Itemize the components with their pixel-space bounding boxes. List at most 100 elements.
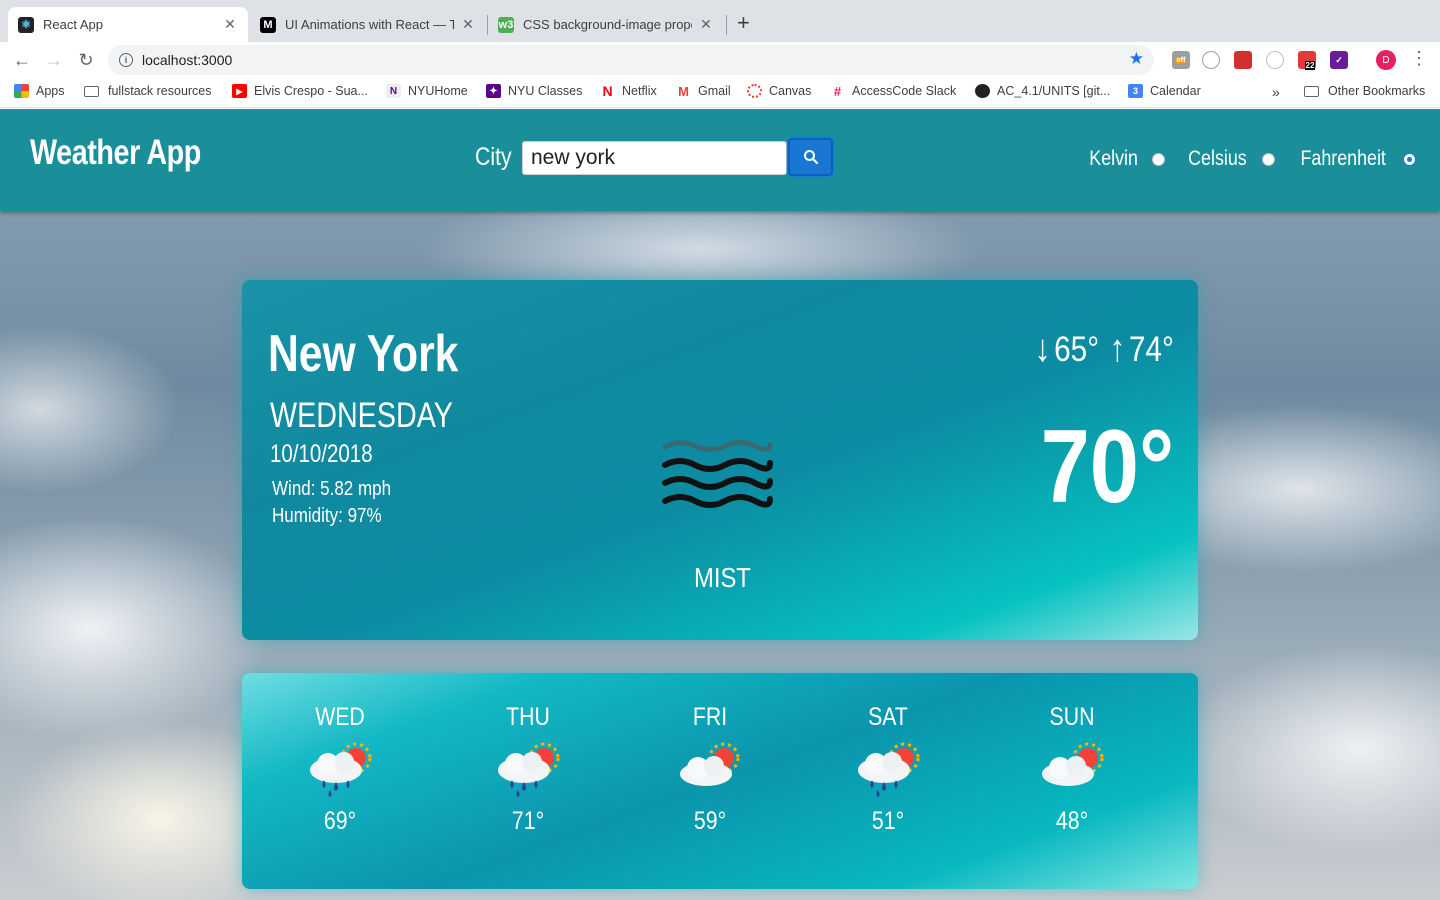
rain-sun-icon xyxy=(858,742,920,797)
close-icon[interactable]: ✕ xyxy=(698,16,714,33)
radio-fahrenheit[interactable] xyxy=(1403,152,1416,166)
w3schools-icon: w3 xyxy=(498,16,514,33)
forecast-day-name: THU xyxy=(506,703,550,731)
forecast-day-name: SAT xyxy=(868,703,908,731)
canvas-icon xyxy=(747,84,762,98)
bookmark-slack[interactable]: # AccessCode Slack xyxy=(830,83,956,99)
calendar-badge: 3 xyxy=(1132,86,1138,96)
forecast-day-name: WED xyxy=(315,703,365,731)
youtube-icon: ▶ xyxy=(232,84,247,98)
date: 10/10/2018 xyxy=(270,440,373,468)
forecast-day: FRI 59° xyxy=(640,703,780,836)
close-icon[interactable]: ✕ xyxy=(222,16,238,33)
bookmark-other[interactable]: Other Bookmarks xyxy=(1304,84,1425,98)
avatar[interactable]: D xyxy=(1376,50,1396,70)
tab-strip: ⚛ React App ✕ M UI Animations with React… xyxy=(0,0,1440,42)
radio-kelvin[interactable] xyxy=(1151,152,1165,166)
extension-circle-icon[interactable] xyxy=(1202,51,1220,69)
extension-off-icon[interactable]: off xyxy=(1172,51,1190,69)
rain-sun-icon xyxy=(498,742,560,797)
condition-text: MIST xyxy=(694,562,751,593)
page-viewport: Weather App City Kelvin Celsius Fahrenhe… xyxy=(0,109,1440,900)
forecast-temp: 69° xyxy=(323,807,357,835)
forecast-day: SAT 51° xyxy=(818,703,958,836)
gmail-icon: M xyxy=(678,83,689,99)
bookmark-nyuhome[interactable]: N NYUHome xyxy=(386,84,468,98)
reload-icon[interactable]: ↻ xyxy=(74,48,98,72)
bookmark-netflix[interactable]: N Netflix xyxy=(600,83,657,99)
city-input[interactable] xyxy=(522,141,787,175)
bookmark-gmail[interactable]: M Gmail xyxy=(676,83,731,99)
bookmark-label: NYU Classes xyxy=(508,84,583,98)
forecast-day: SUN 48° xyxy=(1002,703,1142,836)
app-title: Weather App xyxy=(30,133,201,172)
bookmark-star-icon[interactable]: ★ xyxy=(1129,49,1144,69)
unit-label-fahrenheit: Fahrenheit xyxy=(1300,147,1386,170)
bookmarks-overflow-button[interactable]: » xyxy=(1272,84,1280,100)
extension-check-icon[interactable]: ✓ xyxy=(1330,51,1348,69)
rain-sun-icon xyxy=(310,742,372,797)
badge-off: off xyxy=(1175,56,1187,64)
apps-grid-icon xyxy=(14,84,29,98)
search-button[interactable] xyxy=(788,138,833,176)
url-text: localhost:3000 xyxy=(142,52,233,68)
forecast-temp: 48° xyxy=(1055,807,1089,835)
tab-react-app[interactable]: ⚛ React App ✕ xyxy=(8,7,248,42)
bookmark-label: Gmail xyxy=(698,84,731,98)
current-weather-card: New York WEDNESDAY 10/10/2018 Wind: 5.82… xyxy=(242,280,1198,640)
folder-icon xyxy=(1304,85,1319,97)
tab-divider xyxy=(726,15,727,35)
bookmark-label: Elvis Crespo - Sua... xyxy=(254,84,368,98)
bookmark-label: Netflix xyxy=(622,84,657,98)
browser-toolbar: ← → ↻ i localhost:3000 ★ off 22 ✓ D ⋮ xyxy=(0,42,1440,78)
bookmark-fullstack[interactable]: fullstack resources xyxy=(84,84,212,98)
forecast-day: WED 69° xyxy=(270,703,410,836)
back-icon[interactable]: ← xyxy=(10,48,34,72)
weekday: WEDNESDAY xyxy=(270,396,453,435)
forecast-day: THU 71° xyxy=(458,703,598,836)
tab-title: UI Animations with React — Th xyxy=(285,17,454,32)
forecast-temp: 71° xyxy=(511,807,545,835)
tab-title: CSS background-image proper xyxy=(523,17,692,32)
extension-puzzle-icon[interactable] xyxy=(1234,51,1252,69)
bookmark-label: Calendar xyxy=(1150,84,1201,98)
bookmark-label: Other Bookmarks xyxy=(1328,84,1426,98)
forecast-day-name: FRI xyxy=(692,703,728,731)
bookmark-label: AC_4.1/UNITS [git... xyxy=(997,84,1111,98)
tab-css-background[interactable]: w3 CSS background-image proper ✕ xyxy=(488,7,724,42)
nyu-icon: N xyxy=(386,84,401,98)
city-label: City xyxy=(475,143,512,171)
forward-icon[interactable]: → xyxy=(42,48,66,72)
bookmarks-bar: Apps fullstack resources ▶ Elvis Crespo … xyxy=(0,78,1440,108)
nyu-classes-icon: ✦ xyxy=(486,84,501,98)
netflix-icon: N xyxy=(602,83,613,99)
search-icon xyxy=(803,150,818,165)
bookmark-github[interactable]: AC_4.1/UNITS [git... xyxy=(975,84,1110,98)
extension-ring-icon[interactable] xyxy=(1266,51,1284,69)
medium-icon: M xyxy=(260,16,276,33)
close-icon[interactable]: ✕ xyxy=(460,16,476,33)
cloud-sun-icon xyxy=(1042,742,1104,786)
github-icon xyxy=(975,84,990,98)
tab-ui-animations[interactable]: M UI Animations with React — Th ✕ xyxy=(250,7,486,42)
tab-title: React App xyxy=(43,17,103,32)
menu-icon[interactable]: ⋮ xyxy=(1410,48,1428,69)
extension-mail-icon[interactable]: 22 xyxy=(1298,51,1316,70)
bookmark-calendar[interactable]: 3 Calendar xyxy=(1128,84,1201,98)
info-icon[interactable]: i xyxy=(119,53,133,67)
radio-celsius[interactable] xyxy=(1261,152,1275,166)
forecast-day-name: SUN xyxy=(1049,703,1095,731)
wind-speed: Wind: 5.82 mph xyxy=(272,478,392,500)
forecast-temp: 51° xyxy=(871,807,905,835)
unit-selector: Kelvin Celsius Fahrenheit xyxy=(1085,147,1416,171)
cloud-sun-icon xyxy=(680,742,740,786)
bookmark-apps[interactable]: Apps xyxy=(14,84,65,98)
address-bar[interactable]: i localhost:3000 ★ xyxy=(108,45,1154,75)
bookmark-canvas[interactable]: Canvas xyxy=(747,84,811,98)
new-tab-button[interactable]: + xyxy=(737,12,750,34)
mist-icon xyxy=(662,440,773,508)
bookmark-elvis[interactable]: ▶ Elvis Crespo - Sua... xyxy=(232,84,368,98)
bookmark-nyu-classes[interactable]: ✦ NYU Classes xyxy=(486,84,582,98)
forecast-temp: 59° xyxy=(693,807,727,835)
slack-icon: # xyxy=(833,83,842,99)
